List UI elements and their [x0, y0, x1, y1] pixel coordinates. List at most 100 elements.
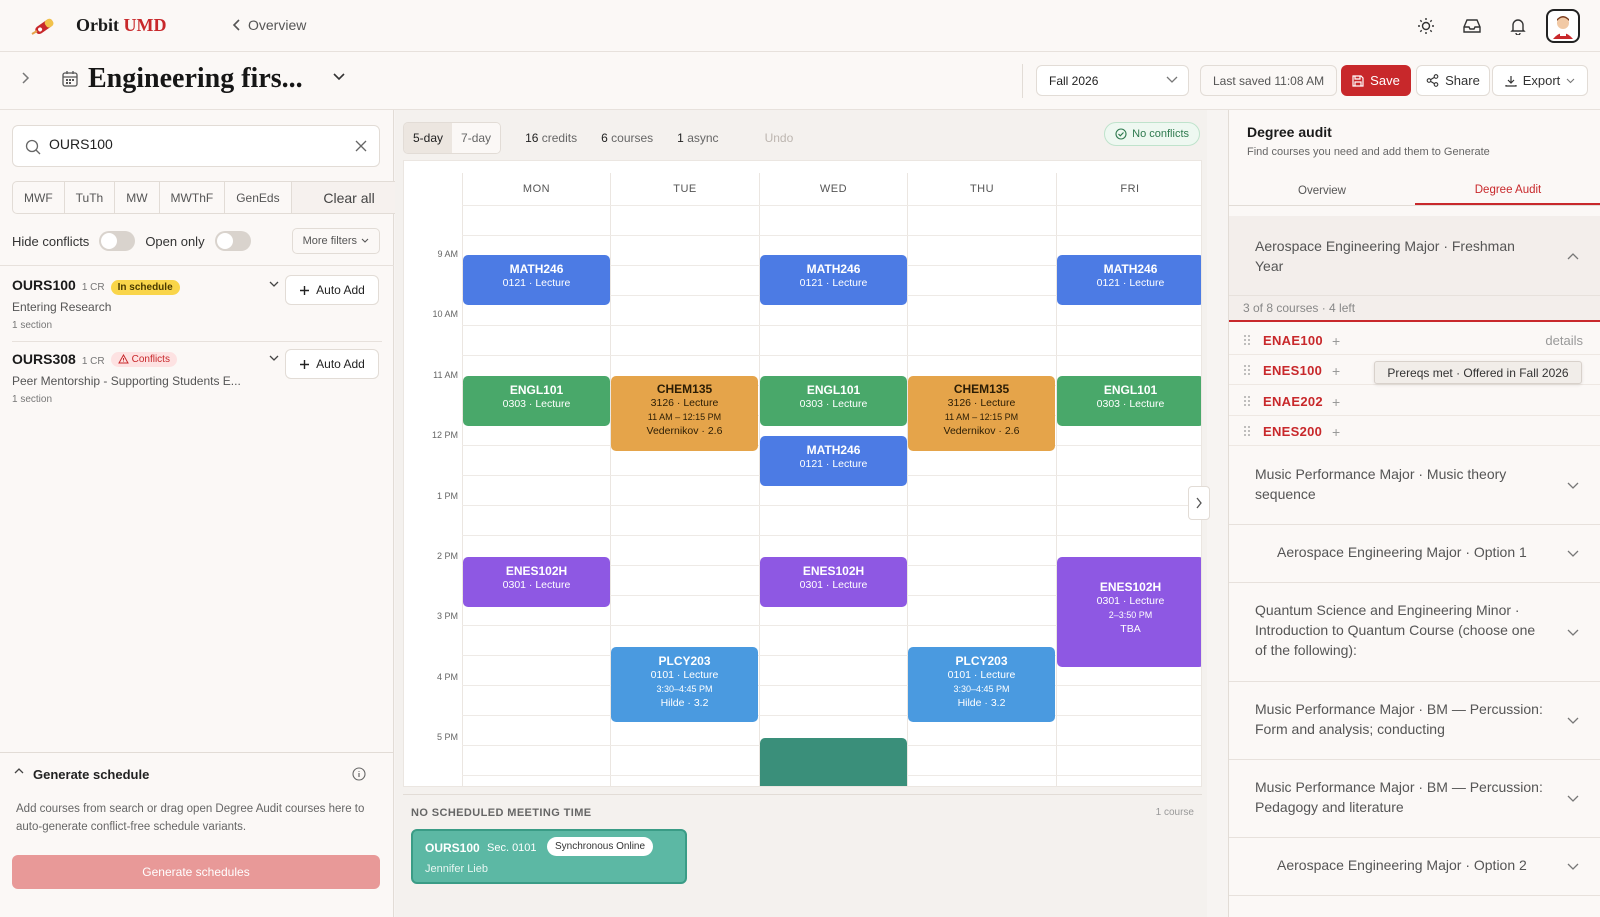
chevron-up-icon	[1567, 253, 1579, 260]
clear-all-button[interactable]: Clear all	[290, 181, 408, 214]
audit-group-title: Music Performance Major · Music theory s…	[1255, 466, 1507, 502]
expand-sidebar-button[interactable]	[20, 71, 30, 85]
event-plcy203-thu[interactable]: PLCY203 0101 · Lecture 3:30–4:45 PM Hilde ·…	[908, 647, 1055, 722]
chevron-left-icon	[232, 19, 240, 31]
tab-overview[interactable]: Overview	[1229, 176, 1415, 205]
add-course-icon[interactable]: +	[1332, 333, 1340, 349]
courses-stat: 6 courses	[601, 131, 654, 145]
event-enes102h-wed[interactable]: ENES102H 0301 · Lecture	[760, 557, 907, 607]
details-link[interactable]: details	[1545, 333, 1583, 348]
event-drop-preview-wed[interactable]	[760, 738, 907, 786]
chevron-down-icon	[1567, 629, 1579, 636]
event-engl101-mon[interactable]: ENGL101 0303 · Lecture	[463, 376, 610, 426]
theme-toggle-button[interactable]	[1408, 9, 1444, 43]
search-input[interactable]	[49, 136, 349, 152]
info-icon[interactable]	[352, 767, 366, 781]
in-schedule-badge: In schedule	[110, 280, 180, 295]
audit-group[interactable]: Aerospace Engineering Major · Option 1	[1229, 525, 1600, 583]
grid-line	[462, 235, 1201, 236]
auto-add-button[interactable]: Auto Add	[285, 275, 379, 305]
event-plcy203-tue[interactable]: PLCY203 0101 · Lecture 3:30–4:45 PM Hilde ·…	[611, 647, 758, 722]
drag-handle-icon[interactable]	[1243, 334, 1251, 346]
generate-schedules-button[interactable]: Generate schedules	[12, 855, 380, 889]
audit-group-title: Aerospace Engineering Major · Option 2	[1277, 857, 1527, 873]
audit-group[interactable]: Music Performance Major · BM — Percussio…	[1229, 760, 1600, 838]
expand-course-icon[interactable]	[269, 281, 279, 288]
share-button[interactable]: Share	[1416, 65, 1490, 96]
undo-button[interactable]: Undo	[765, 131, 794, 145]
drag-handle-icon[interactable]	[1243, 425, 1251, 437]
event-engl101-fri[interactable]: ENGL101 0303 · Lecture	[1057, 376, 1201, 426]
chip-mwthf[interactable]: MWThF	[158, 181, 226, 214]
chip-tuth[interactable]: TuTh	[63, 181, 116, 214]
save-button[interactable]: Save	[1341, 65, 1411, 96]
audit-group[interactable]: Music Performance Major · BM — Percussio…	[1229, 682, 1600, 760]
collapse-audit-button[interactable]	[1188, 486, 1210, 520]
view-5-day-button[interactable]: 5-day	[404, 123, 453, 153]
generate-schedule-header[interactable]: Generate schedule	[0, 752, 394, 792]
event-enes102h-mon[interactable]: ENES102H 0301 · Lecture	[463, 557, 610, 607]
clear-search-icon[interactable]	[355, 140, 367, 152]
grid-line	[462, 355, 1201, 356]
view-7-day-button[interactable]: 7-day	[452, 123, 501, 153]
brand-name[interactable]: Orbit UMD	[76, 15, 167, 36]
audit-group[interactable]: Music Performance Major · Music theory s…	[1229, 447, 1600, 525]
audit-course-row[interactable]: ENAE202 +	[1229, 386, 1600, 416]
tab-degree-audit[interactable]: Degree Audit	[1415, 176, 1600, 205]
audit-course-code: ENES100	[1263, 363, 1323, 378]
grid-line	[462, 325, 1201, 326]
expand-course-icon[interactable]	[269, 355, 279, 362]
audit-group[interactable]: Aerospace Engineering Major · Freshman Y…	[1229, 216, 1600, 296]
course-result[interactable]: OURS308 1 CR Conflicts Peer Mentorship - S…	[12, 349, 382, 405]
audit-group-title: Music Performance Major · BM — Percussio…	[1255, 701, 1543, 737]
back-to-overview-link[interactable]: Overview	[232, 17, 306, 33]
share-label: Share	[1445, 73, 1480, 88]
audit-course-row[interactable]: ENES200 +	[1229, 416, 1600, 446]
audit-group[interactable]: Aerospace Engineering Major · Option 2	[1229, 838, 1600, 896]
add-course-icon[interactable]: +	[1332, 424, 1340, 440]
no-conflicts-label: No conflicts	[1132, 128, 1189, 140]
add-course-icon[interactable]: +	[1332, 394, 1340, 410]
event-engl101-wed[interactable]: ENGL101 0303 · Lecture	[760, 376, 907, 426]
event-chem135-thu[interactable]: CHEM135 3126 · Lecture 11 AM – 12:15 PM Ved…	[908, 376, 1055, 451]
event-chem135-tue[interactable]: CHEM135 3126 · Lecture 11 AM – 12:15 PM Ved…	[611, 376, 758, 451]
drag-handle-icon[interactable]	[1243, 395, 1251, 407]
course-code: OURS100	[12, 277, 76, 293]
schedule-menu-button[interactable]	[332, 72, 346, 82]
last-saved-status: Last saved 11:08 AM	[1200, 65, 1338, 96]
audit-course-row[interactable]: ENAE100 + details	[1229, 325, 1600, 355]
notifications-button[interactable]	[1500, 9, 1536, 43]
event-math246-wed-noon[interactable]: MATH246 0121 · Lecture	[760, 436, 907, 486]
course-section: Sec. 0101	[487, 842, 537, 854]
user-avatar[interactable]	[1546, 9, 1580, 43]
add-course-icon[interactable]: +	[1332, 363, 1340, 379]
instructor-name: Jennifer Lieb	[425, 863, 488, 875]
auto-add-button[interactable]: Auto Add	[285, 349, 379, 379]
audit-group[interactable]: Quantum Science and Engineering Minor · …	[1229, 583, 1600, 682]
open-only-toggle[interactable]	[214, 231, 251, 251]
grid-line	[462, 535, 1201, 536]
event-math246-mon[interactable]: MATH246 0121 · Lecture	[463, 255, 610, 305]
time-label: 1 PM	[436, 491, 458, 501]
drag-handle-icon[interactable]	[1243, 364, 1251, 376]
export-button[interactable]: Export	[1492, 65, 1588, 96]
time-label: 9 AM	[437, 249, 458, 259]
view-toggle: 5-day 7-day	[403, 122, 502, 154]
chip-mwf[interactable]: MWF	[12, 181, 65, 214]
term-select[interactable]: Fall 2026	[1036, 65, 1189, 96]
hide-conflicts-toggle[interactable]	[99, 231, 136, 251]
event-math246-wed[interactable]: MATH246 0121 · Lecture	[760, 255, 907, 305]
event-math246-fri[interactable]: MATH246 0121 · Lecture	[1057, 255, 1201, 305]
logo-icon[interactable]	[30, 14, 60, 38]
more-filters-button[interactable]: More filters	[291, 228, 380, 254]
day-header-fri: FRI	[1056, 173, 1201, 205]
chevron-down-icon	[1166, 76, 1178, 83]
schedule-title[interactable]: Engineering firs...	[88, 63, 303, 95]
unscheduled-course-card[interactable]: OURS100 Sec. 0101 Synchronous Online Jen…	[411, 829, 687, 884]
chevron-down-icon	[1567, 482, 1579, 489]
chip-geneds[interactable]: GenEds	[224, 181, 292, 214]
inbox-button[interactable]	[1454, 9, 1490, 43]
chip-mw[interactable]: MW	[114, 181, 160, 214]
course-result[interactable]: OURS100 1 CR In schedule Entering Research…	[12, 275, 382, 331]
event-enes102h-fri[interactable]: ENES102H 0301 · Lecture 2–3:50 PM TBA	[1057, 557, 1201, 667]
